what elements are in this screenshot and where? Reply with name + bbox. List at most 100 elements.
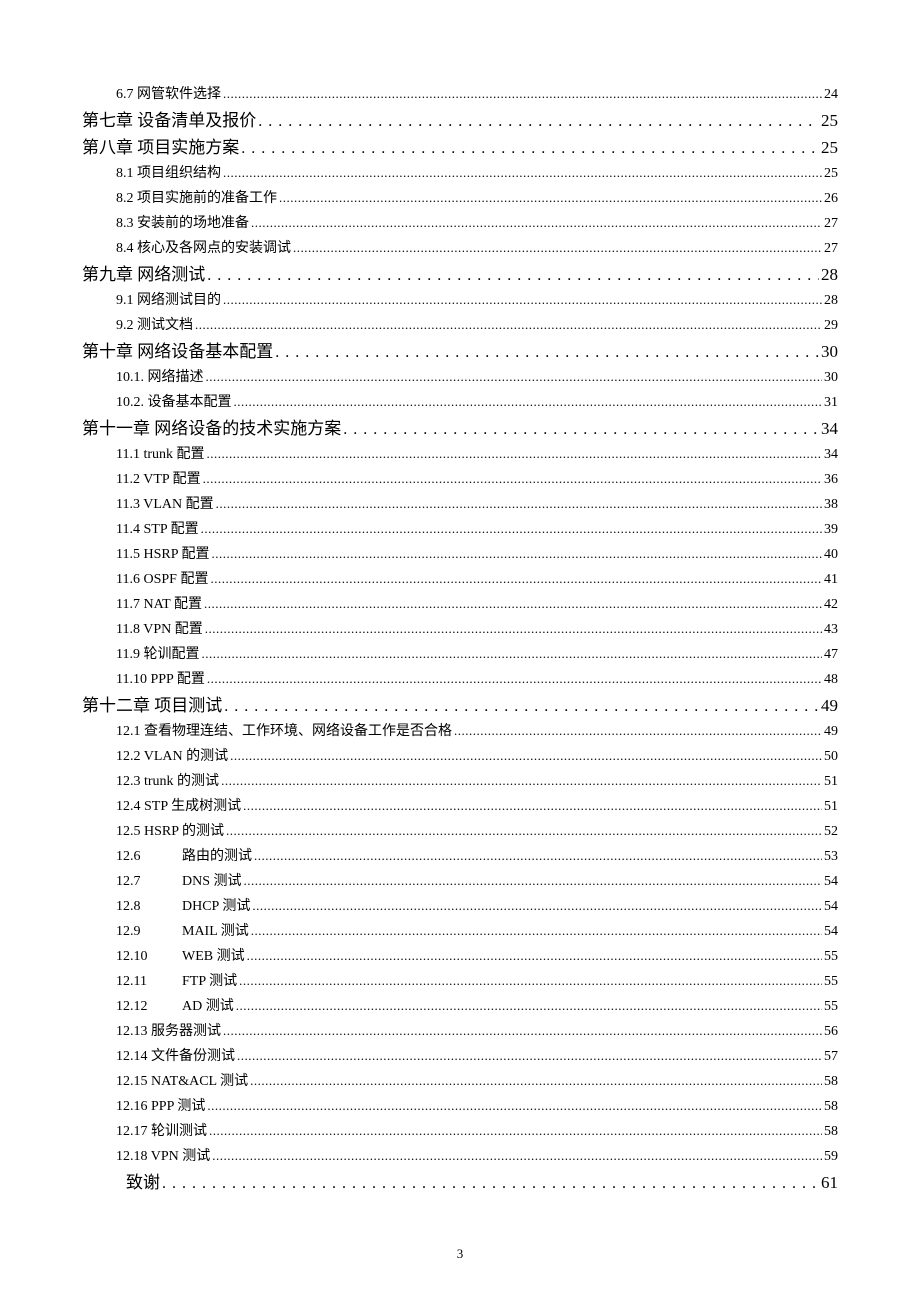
toc-entry: 8.3 安装前的场地准备27 xyxy=(116,211,838,236)
toc-entry-page: 49 xyxy=(821,694,838,718)
toc-entry-label: 12.1 查看物理连结、工作环境、网络设备工作是否合格 xyxy=(116,720,452,744)
toc-entry: 8.2 项目实施前的准备工作 26 xyxy=(116,186,838,211)
toc-entry-label: 12.13 服务器测试 xyxy=(116,1020,221,1044)
toc-entry-page: 29 xyxy=(824,314,838,338)
toc-entry-page: 31 xyxy=(824,391,838,415)
toc-entry: 12.6路由的测试53 xyxy=(116,844,838,869)
toc-entry-label: 12.11FTP 测试 xyxy=(116,970,237,994)
toc-entry-label: 12.5 HSRP 的测试 xyxy=(116,820,224,844)
toc-entry: 6.7 网管软件选择24 xyxy=(116,82,838,107)
toc-entry-page: 30 xyxy=(824,366,838,390)
toc-entry: 11.8 VPN 配置43 xyxy=(116,617,838,642)
toc-entry: 第十一章 网络设备的技术实施方案34 xyxy=(82,417,838,442)
toc-entry-label: 11.2 VTP 配置 xyxy=(116,468,201,492)
toc-leader-dots xyxy=(223,82,822,107)
toc-entry-label: 第十二章 项目测试 xyxy=(82,694,222,718)
toc-leader-dots xyxy=(236,994,822,1019)
toc-entry: 12.8DHCP 测试54 xyxy=(116,894,838,919)
toc-entry-label: 第七章 设备清单及报价 xyxy=(82,109,256,133)
toc-entry: 第十二章 项目测试 49 xyxy=(82,694,838,719)
toc-entry: 11.4 STP 配置39 xyxy=(116,517,838,542)
toc-leader-dots xyxy=(207,263,819,288)
document-page: 6.7 网管软件选择24第七章 设备清单及报价 25第八章 项目实施方案258.1… xyxy=(0,0,920,1302)
toc-entry-page: 25 xyxy=(821,136,838,160)
toc-entry: 11.5 HSRP 配置40 xyxy=(116,542,838,567)
toc-leader-dots xyxy=(243,794,822,819)
toc-entry: 12.12AD 测试55 xyxy=(116,994,838,1019)
toc-entry-label: 第十章 网络设备基本配置 xyxy=(82,340,273,364)
toc-leader-dots xyxy=(343,417,819,442)
toc-entry-page: 50 xyxy=(824,745,838,769)
toc-entry: 11.2 VTP 配置 36 xyxy=(116,467,838,492)
toc-entry-label: 11.9 轮训配置 xyxy=(116,643,199,667)
toc-entry-label: 9.1 网络测试目的 xyxy=(116,289,221,313)
toc-entry-page: 39 xyxy=(824,518,838,542)
toc-entry: 第八章 项目实施方案25 xyxy=(82,136,838,161)
toc-entry-page: 56 xyxy=(824,1020,838,1044)
toc-entry-page: 47 xyxy=(824,643,838,667)
toc-leader-dots xyxy=(244,869,822,894)
toc-leader-dots xyxy=(223,161,822,186)
toc-entry-page: 55 xyxy=(824,970,838,994)
toc-entry-label: 12.14 文件备份测试 xyxy=(116,1045,235,1069)
toc-entry-page: 52 xyxy=(824,820,838,844)
toc-entry: 12.2 VLAN 的测试50 xyxy=(116,744,838,769)
toc-entry-label: 8.2 项目实施前的准备工作 xyxy=(116,187,277,211)
toc-entry-page: 26 xyxy=(824,187,838,211)
toc-entry: 12.13 服务器测试 56 xyxy=(116,1019,838,1044)
toc-entry-page: 25 xyxy=(824,162,838,186)
toc-leader-dots xyxy=(203,467,822,492)
toc-leader-dots xyxy=(209,1119,822,1144)
toc-entry-label: 第九章 网络测试 xyxy=(82,263,205,287)
toc-entry: 第九章 网络测试28 xyxy=(82,263,838,288)
toc-leader-dots xyxy=(239,969,822,994)
toc-entry: 12.15 NAT&ACL 测试58 xyxy=(116,1069,838,1094)
toc-entry: 11.10 PPP 配置48 xyxy=(116,667,838,692)
toc-entry: 12.16 PPP 测试58 xyxy=(116,1094,838,1119)
toc-entry-label: 12.4 STP 生成树测试 xyxy=(116,795,241,819)
toc-entry-label: 12.17 轮训测试 xyxy=(116,1120,207,1144)
toc-leader-dots xyxy=(247,944,822,969)
toc-entry: 12.9MAIL 测试54 xyxy=(116,919,838,944)
toc-entry-label: 11.5 HSRP 配置 xyxy=(116,543,209,567)
toc-entry: 第十章 网络设备基本配置 30 xyxy=(82,340,838,365)
page-number: 3 xyxy=(0,1246,920,1262)
toc-entry-page: 38 xyxy=(824,493,838,517)
toc-entry-page: 54 xyxy=(824,895,838,919)
toc-entry: 致谢61 xyxy=(126,1171,838,1196)
toc-entry-page: 49 xyxy=(824,720,838,744)
toc-leader-dots xyxy=(251,211,822,236)
toc-entry: 12.4 STP 生成树测试51 xyxy=(116,794,838,819)
toc-leader-dots xyxy=(250,1069,822,1094)
toc-entry: 10.1. 网络描述30 xyxy=(116,365,838,390)
toc-entry-page: 30 xyxy=(821,340,838,364)
toc-entry: 12.3 trunk 的测试51 xyxy=(116,769,838,794)
toc-entry: 8.1 项目组织结构25 xyxy=(116,161,838,186)
toc-leader-dots xyxy=(254,844,822,869)
toc-leader-dots xyxy=(212,1144,822,1169)
toc-leader-dots xyxy=(207,667,822,692)
toc-leader-dots xyxy=(293,236,822,261)
toc-entry-label: 12.3 trunk 的测试 xyxy=(116,770,219,794)
toc-entry-page: 36 xyxy=(824,468,838,492)
toc-entry-label: 12.16 PPP 测试 xyxy=(116,1095,205,1119)
toc-entry-label: 11.6 OSPF 配置 xyxy=(116,568,208,592)
toc-leader-dots xyxy=(275,340,819,365)
toc-leader-dots xyxy=(223,1019,822,1044)
toc-leader-dots xyxy=(206,365,823,390)
toc-entry: 11.9 轮训配置 47 xyxy=(116,642,838,667)
toc-entry-page: 27 xyxy=(824,237,838,261)
toc-entry: 9.1 网络测试目的28 xyxy=(116,288,838,313)
toc-entry-page: 54 xyxy=(824,870,838,894)
toc-leader-dots xyxy=(204,592,822,617)
table-of-contents: 6.7 网管软件选择24第七章 设备清单及报价 25第八章 项目实施方案258.1… xyxy=(82,82,838,1196)
toc-leader-dots xyxy=(226,819,822,844)
toc-entry: 12.1 查看物理连结、工作环境、网络设备工作是否合格 49 xyxy=(116,719,838,744)
toc-entry-page: 27 xyxy=(824,212,838,236)
toc-leader-dots xyxy=(454,719,822,744)
toc-entry: 12.14 文件备份测试57 xyxy=(116,1044,838,1069)
toc-entry: 11.1 trunk 配置34 xyxy=(116,442,838,467)
toc-entry-page: 34 xyxy=(824,443,838,467)
toc-entry-label: 9.2 测试文档 xyxy=(116,314,193,338)
toc-entry: 11.7 NAT 配置42 xyxy=(116,592,838,617)
